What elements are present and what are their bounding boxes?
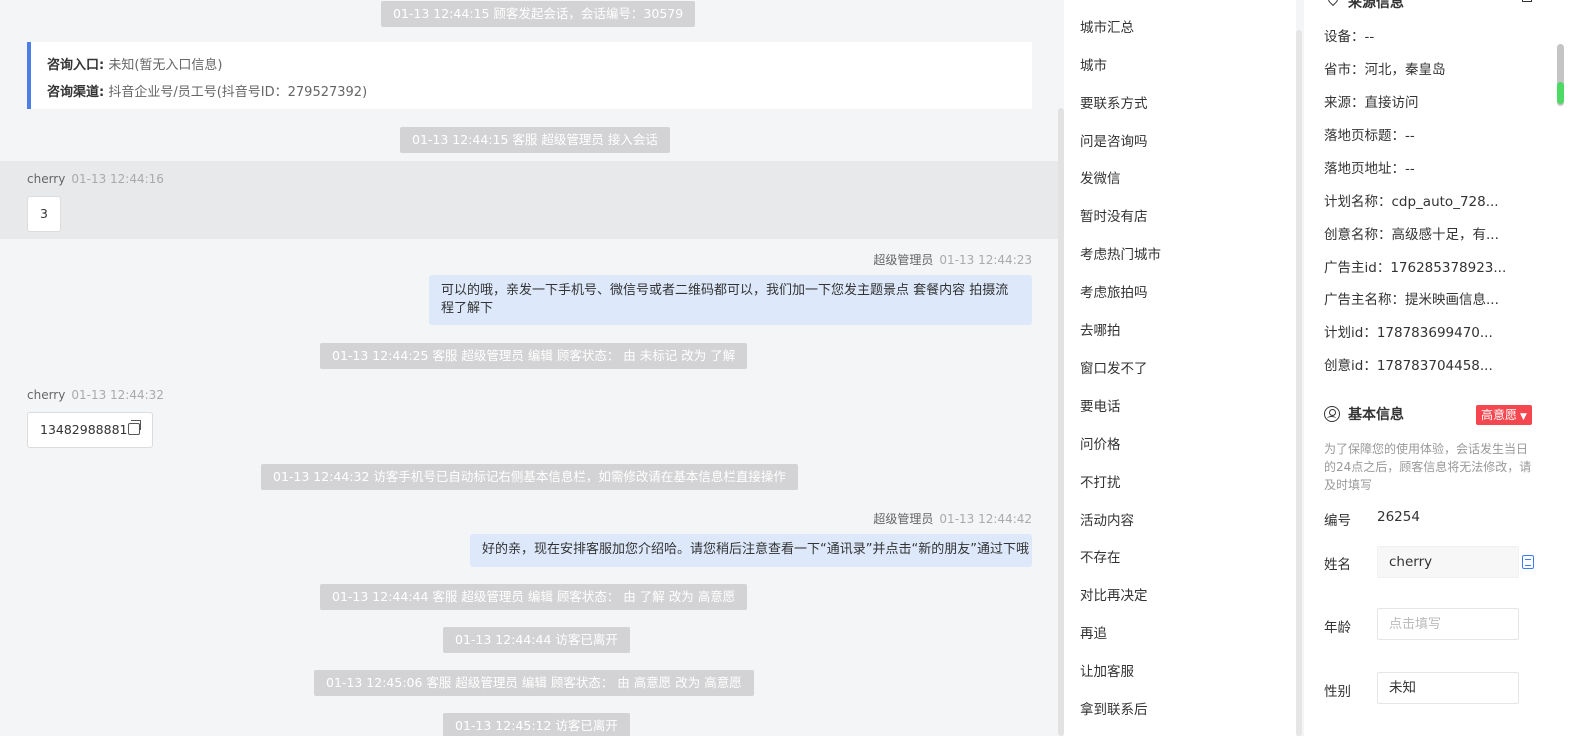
copy-icon[interactable] bbox=[128, 420, 142, 435]
ad-info-row: 创意名称：高级感十足，有... bbox=[1324, 227, 1499, 243]
ad-info-row: 计划名称：cdp_auto_728... bbox=[1324, 194, 1499, 210]
caret-down-icon: ▼ bbox=[1520, 412, 1527, 422]
consult-source-card: 咨询入口: 未知(暂无入口信息) 咨询渠道: 抖音企业号/员工号(抖音号ID：2… bbox=[27, 42, 1032, 109]
collapse-icon[interactable] bbox=[1522, 0, 1532, 2]
message-meta: 超级管理员 01-13 12:44:42 bbox=[873, 510, 1032, 527]
message-time: 01-13 12:44:32 bbox=[71, 388, 164, 402]
gender-value: 未知 bbox=[1389, 680, 1416, 696]
ad-info-row: 设备：-- bbox=[1324, 29, 1375, 45]
ad-info-row: 广告主名称：提米映画信息... bbox=[1324, 292, 1499, 308]
ad-info-row: 落地页标题：-- bbox=[1324, 128, 1415, 144]
consult-channel-row: 咨询渠道: 抖音企业号/员工号(抖音号ID：279527392) bbox=[47, 79, 1016, 106]
system-message: 01-13 12:45:06 客服 超级管理员 编辑 顾客状态： 由 高意愿 改… bbox=[314, 670, 754, 696]
quick-reply-item[interactable]: 活动内容 bbox=[1080, 509, 1134, 529]
quick-reply-item[interactable]: 暂时没有店 bbox=[1080, 205, 1148, 225]
age-label: 年龄 bbox=[1324, 620, 1351, 636]
user-icon bbox=[1324, 406, 1340, 422]
quick-reply-item[interactable]: 要电话 bbox=[1080, 395, 1121, 415]
quick-reply-item[interactable]: 问价格 bbox=[1080, 433, 1121, 453]
quick-reply-item[interactable]: 城市汇总 bbox=[1080, 16, 1134, 36]
intent-status-dropdown[interactable]: 高意愿 ▼ bbox=[1476, 405, 1532, 425]
age-input[interactable] bbox=[1389, 617, 1507, 632]
message-sender: 超级管理员 bbox=[873, 253, 934, 267]
quick-reply-item[interactable]: 拿到联系后 bbox=[1080, 698, 1148, 718]
chat-pane: 01-13 12:44:15 顾客发起会话，会话编号：30579 咨询入口: 未… bbox=[0, 0, 1058, 736]
ad-info-row: 来源：直接访问 bbox=[1324, 95, 1419, 111]
name-field[interactable]: cherry bbox=[1377, 546, 1519, 578]
quick-reply-item[interactable]: 考虑旅拍吗 bbox=[1080, 281, 1148, 301]
quick-reply-item[interactable]: 再追 bbox=[1080, 622, 1107, 642]
basic-info-title: 基本信息 bbox=[1348, 407, 1404, 423]
system-message: 01-13 12:44:32 访客手机号已自动标记右侧基本信息栏，如需修改请在基… bbox=[261, 464, 798, 490]
basic-info-header: 基本信息 bbox=[1324, 404, 1404, 424]
quick-reply-item[interactable]: 窗口发不了 bbox=[1080, 357, 1148, 377]
gender-label: 性别 bbox=[1324, 684, 1351, 700]
consult-entry-label: 咨询入口: bbox=[47, 58, 105, 73]
message-sender: cherry bbox=[27, 388, 66, 402]
system-message: 01-13 12:44:44 客服 超级管理员 编辑 顾客状态： 由 了解 改为… bbox=[320, 584, 748, 610]
source-section-title: 来源信息 bbox=[1348, 0, 1404, 11]
customer-message-bubble[interactable]: 3 bbox=[27, 196, 61, 232]
ad-info-row: 落地页地址：-- bbox=[1324, 161, 1415, 177]
consult-channel-label: 咨询渠道: bbox=[47, 85, 105, 100]
agent-message-bubble[interactable]: 可以的哦，亲发一下手机号、微信号或者二维码都可以，我们加一下您发主题景点 套餐内… bbox=[429, 275, 1032, 325]
quick-reply-item[interactable]: 考虑热门城市 bbox=[1080, 243, 1161, 263]
consult-channel-value: 抖音企业号/员工号(抖音号ID：279527392) bbox=[108, 85, 368, 100]
system-message: 01-13 12:44:15 顾客发起会话，会话编号：30579 bbox=[381, 1, 696, 27]
system-message: 01-13 12:44:44 访客已离开 bbox=[443, 627, 630, 653]
note-icon[interactable] bbox=[1522, 555, 1534, 569]
message-sender: 超级管理员 bbox=[873, 512, 934, 526]
edit-deadline-notice: 为了保障您的使用体验，会话发生当日的24点之后，顾客信息将无法修改，请及时填写 bbox=[1324, 442, 1532, 492]
message-meta: cherry 01-13 12:44:16 bbox=[27, 172, 164, 186]
info-scrollbar-track bbox=[1554, 0, 1572, 736]
location-icon bbox=[1325, 0, 1341, 7]
name-label: 姓名 bbox=[1324, 557, 1351, 573]
quick-reply-item[interactable]: 去哪拍 bbox=[1080, 319, 1121, 339]
phone-number-text: 13482988881 bbox=[40, 422, 128, 437]
system-message: 01-13 12:45:12 访客已离开 bbox=[443, 713, 630, 736]
app-root: 01-13 12:44:15 顾客发起会话，会话编号：30579 咨询入口: 未… bbox=[0, 0, 1572, 736]
quick-reply-item[interactable]: 问是咨询吗 bbox=[1080, 130, 1148, 150]
customer-info-panel: 来源信息 设备：-- 省市：河北，秦皇岛 来源：直接访问 落地页标题：-- 落地… bbox=[1304, 0, 1554, 736]
ad-info-row: 创意id：178783704458... bbox=[1324, 358, 1493, 374]
customer-id-label: 编号 bbox=[1324, 513, 1351, 529]
name-value: cherry bbox=[1389, 554, 1433, 570]
scroll-indicator bbox=[1557, 82, 1564, 104]
age-field[interactable] bbox=[1377, 608, 1519, 640]
message-time: 01-13 12:44:16 bbox=[71, 172, 164, 186]
agent-message-bubble[interactable]: 好的亲，现在安排客服加您介绍哈。请您稍后注意查看一下“通讯录”并点击“新的朋友”… bbox=[470, 534, 1032, 567]
quick-reply-item[interactable]: 不存在 bbox=[1080, 546, 1121, 566]
ad-info-row: 计划id：178783699470... bbox=[1324, 325, 1493, 341]
quick-reply-item[interactable]: 对比再决定 bbox=[1080, 584, 1148, 604]
intent-status-label: 高意愿 bbox=[1481, 408, 1518, 422]
system-message: 01-13 12:44:15 客服 超级管理员 接入会话 bbox=[400, 127, 670, 153]
customer-id-value: 26254 bbox=[1377, 509, 1420, 525]
message-time: 01-13 12:44:42 bbox=[939, 512, 1032, 526]
gender-select[interactable]: 未知 bbox=[1377, 672, 1519, 704]
quick-reply-item[interactable]: 不打扰 bbox=[1080, 471, 1121, 491]
quick-reply-list: 城市汇总 城市 要联系方式 问是咨询吗 发微信 暂时没有店 考虑热门城市 考虑旅… bbox=[1064, 0, 1296, 736]
customer-message-bubble[interactable]: 13482988881 bbox=[27, 412, 154, 448]
quick-reply-item[interactable]: 要联系方式 bbox=[1080, 92, 1148, 112]
ad-info-row: 省市：河北，秦皇岛 bbox=[1324, 62, 1446, 78]
consult-entry-value: 未知(暂无入口信息) bbox=[108, 58, 223, 73]
message-time: 01-13 12:44:23 bbox=[939, 253, 1032, 267]
quick-reply-item[interactable]: 让加客服 bbox=[1080, 660, 1134, 680]
quick-reply-scrollbar[interactable] bbox=[1296, 30, 1302, 736]
message-meta: 超级管理员 01-13 12:44:23 bbox=[873, 251, 1032, 268]
system-message: 01-13 12:44:25 客服 超级管理员 编辑 顾客状态： 由 未标记 改… bbox=[320, 343, 748, 369]
ad-info-row: 广告主id：176285378923... bbox=[1324, 260, 1507, 276]
message-sender: cherry bbox=[27, 172, 66, 186]
quick-reply-item[interactable]: 城市 bbox=[1080, 54, 1107, 74]
message-meta: cherry 01-13 12:44:32 bbox=[27, 388, 164, 402]
consult-entry-row: 咨询入口: 未知(暂无入口信息) bbox=[47, 52, 1016, 79]
quick-reply-item[interactable]: 发微信 bbox=[1080, 167, 1121, 187]
